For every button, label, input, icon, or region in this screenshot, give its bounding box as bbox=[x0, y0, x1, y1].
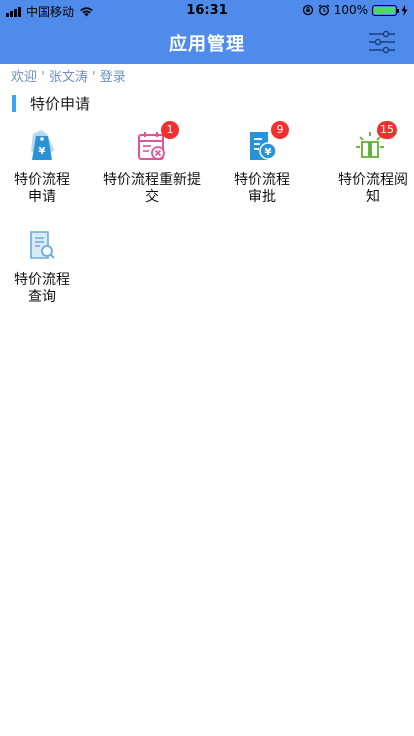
tile-price-read[interactable]: 15 特价流程阅知 bbox=[320, 121, 414, 206]
welcome-message: 欢迎 ' 张文涛 ' 登录 bbox=[11, 66, 126, 85]
section-accent-bar bbox=[12, 94, 16, 112]
section-header: 特价申请 bbox=[12, 94, 91, 113]
filter-settings-button[interactable] bbox=[368, 28, 396, 56]
battery-icon bbox=[372, 4, 399, 16]
welcome-prefix: 欢迎 bbox=[11, 70, 38, 85]
page-title: 应用管理 bbox=[169, 34, 245, 55]
tile-price-resubmit[interactable]: 1 特价流程重新提交 bbox=[101, 121, 203, 206]
welcome-suffix: 登录 bbox=[99, 70, 126, 85]
sliders-icon bbox=[369, 30, 395, 54]
tile-price-approve[interactable]: ¥ 9 特价流程审批 bbox=[212, 121, 312, 206]
open-book-light-icon: 15 bbox=[352, 121, 397, 164]
tile-label: 特价流程阅知 bbox=[338, 172, 408, 205]
svg-text:¥: ¥ bbox=[265, 147, 272, 158]
tile-label: 特价流程审批 bbox=[234, 172, 290, 205]
tile-label: 特价流程重新提交 bbox=[103, 172, 201, 205]
alarm-icon bbox=[318, 4, 330, 16]
section-title: 特价申请 bbox=[30, 94, 91, 113]
battery-level bbox=[374, 6, 395, 14]
status-right: 100% bbox=[302, 3, 408, 17]
badge-count: 1 bbox=[161, 121, 179, 139]
status-bar: 中国移动 16:31 100% bbox=[0, 0, 414, 20]
welcome-user: ' 张文涛 ' bbox=[41, 70, 96, 85]
document-search-icon bbox=[24, 228, 60, 264]
badge-count: 15 bbox=[377, 121, 397, 139]
price-tag-icon: ¥ bbox=[24, 128, 60, 164]
svg-text:¥: ¥ bbox=[39, 146, 46, 157]
calendar-cancel-icon: 1 bbox=[134, 121, 179, 164]
charging-icon bbox=[401, 4, 408, 16]
tile-label: 特价流程申请 bbox=[14, 172, 70, 205]
battery-percent: 100% bbox=[333, 3, 368, 17]
tile-price-apply[interactable]: ¥ 特价流程申请 bbox=[0, 128, 92, 206]
orientation-lock-icon bbox=[302, 4, 313, 16]
document-yuan-icon: ¥ 9 bbox=[244, 121, 289, 164]
tile-label: 特价流程查询 bbox=[14, 272, 70, 305]
nav-bar: 应用管理 bbox=[0, 20, 414, 64]
tile-price-query[interactable]: 特价流程查询 bbox=[0, 228, 92, 306]
badge-count: 9 bbox=[271, 121, 289, 139]
